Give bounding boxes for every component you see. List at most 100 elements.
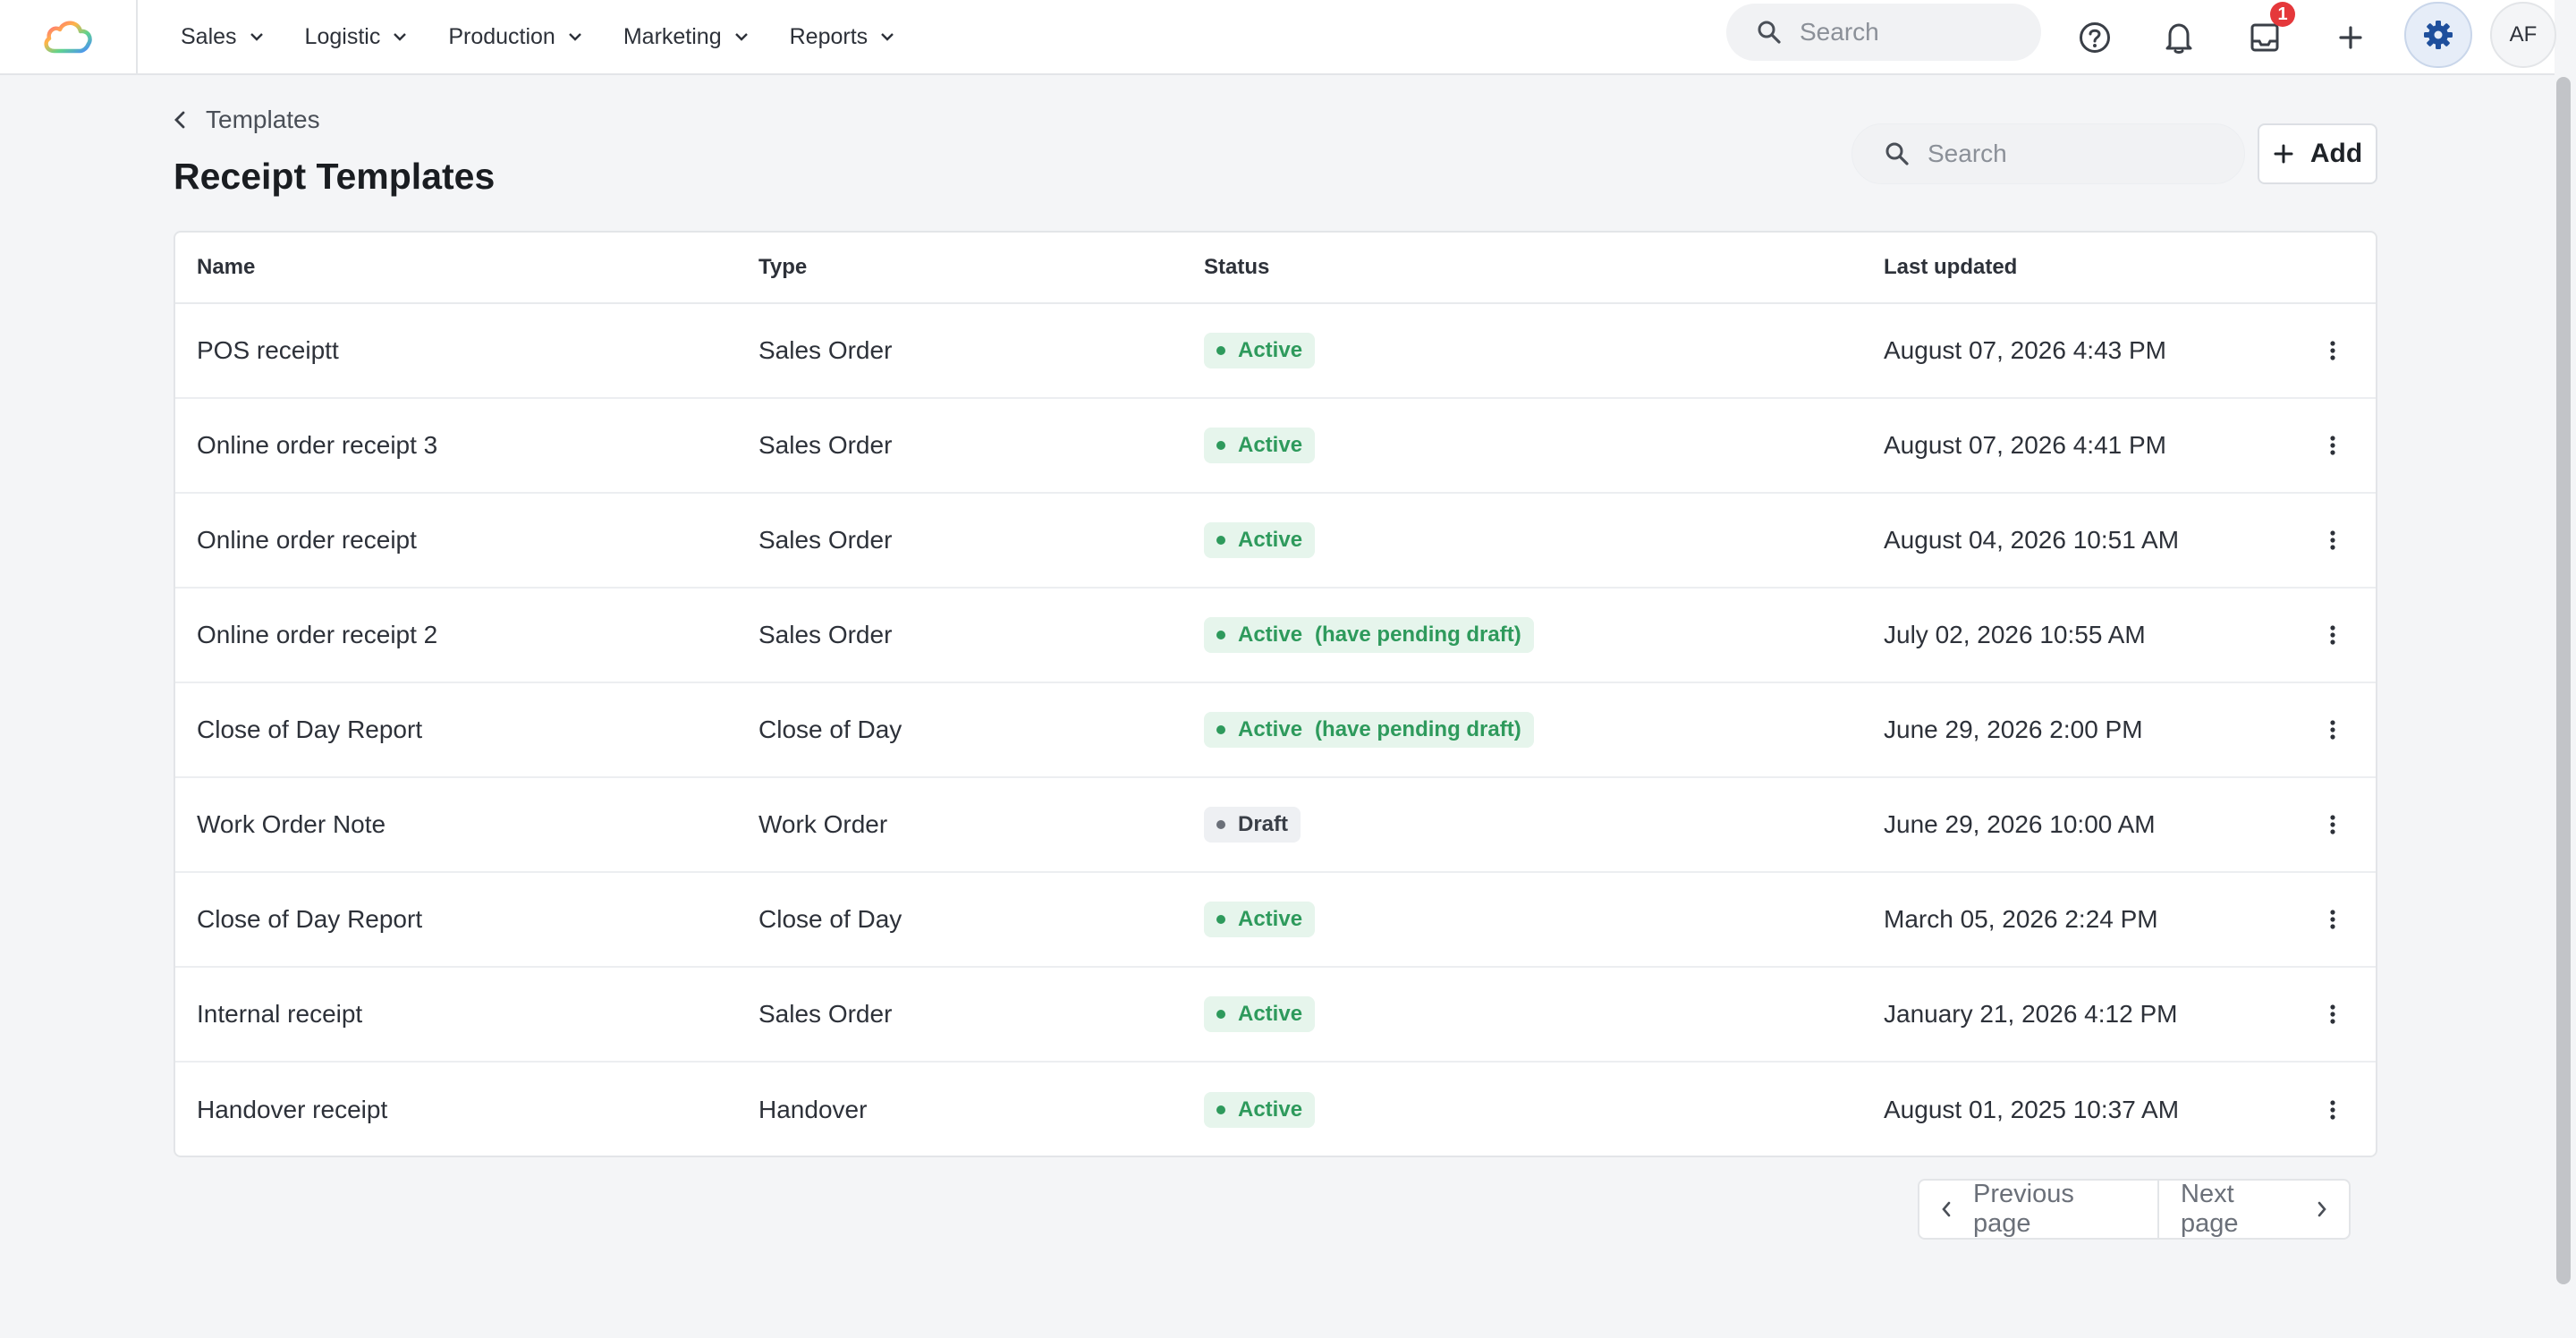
template-type: Close of Day <box>758 905 902 933</box>
chevron-down-icon <box>568 32 582 41</box>
table-row[interactable]: Handover receipt Handover Active August 01,… <box>175 1063 2376 1156</box>
table-row[interactable]: Close of Day Report Close of Day Active (ha… <box>175 683 2376 778</box>
status-cell: Active <box>1204 996 1316 1032</box>
chevron-left-icon <box>1941 1200 1952 1218</box>
more-vertical-icon <box>2330 910 2335 929</box>
last-updated: March 05, 2026 2:24 PM <box>1884 905 2158 933</box>
status-dot-icon <box>1216 346 1225 355</box>
table-row[interactable]: Online order receipt Sales Order Active Aug… <box>175 494 2376 589</box>
avatar[interactable]: AF <box>2490 2 2556 68</box>
row-menu-button[interactable] <box>2318 333 2347 368</box>
column-header-type[interactable]: Type <box>758 255 807 280</box>
pagination: Previous page Next page <box>1918 1179 2351 1240</box>
table-row[interactable]: Close of Day Report Close of Day Active Mar… <box>175 873 2376 968</box>
row-menu-button[interactable] <box>2318 996 2347 1032</box>
status-label: Draft <box>1238 812 1289 836</box>
table-row[interactable]: Internal receipt Sales Order Active January… <box>175 968 2376 1063</box>
status-badge: Active <box>1204 522 1316 558</box>
template-name: Close of Day Report <box>197 716 423 743</box>
status-cell: Draft <box>1204 807 1301 843</box>
plus-icon <box>2273 143 2294 165</box>
status-dot-icon <box>1216 1010 1225 1019</box>
chevron-down-icon <box>880 32 894 41</box>
status-dot-icon <box>1216 441 1225 450</box>
nav-item-label: Logistic <box>304 23 381 49</box>
settings-button[interactable] <box>2404 2 2472 68</box>
next-page-button[interactable]: Next page <box>2159 1179 2351 1240</box>
chevron-right-icon <box>2317 1200 2327 1218</box>
table-row[interactable]: POS receiptt Sales Order Active August 07, … <box>175 304 2376 399</box>
status-cell: Active <box>1204 333 1316 368</box>
nav-item-logistic[interactable]: Logistic <box>305 24 408 50</box>
template-name: Online order receipt 2 <box>197 621 438 648</box>
plus-icon <box>2339 26 2362 49</box>
logo[interactable] <box>0 0 138 73</box>
status-label: Active <box>1238 433 1303 457</box>
column-header-name[interactable]: Name <box>197 255 255 280</box>
status-cell: Active <box>1204 1092 1316 1128</box>
chevron-down-icon <box>734 32 749 41</box>
search-icon <box>1885 142 1909 165</box>
row-menu-button[interactable] <box>2318 807 2347 843</box>
status-cell: Active (have pending draft) <box>1204 617 1534 653</box>
template-type: Sales Order <box>758 1000 893 1028</box>
template-search <box>1852 123 2245 184</box>
status-dot-icon <box>1216 1105 1225 1114</box>
pending-draft-note: (have pending draft) <box>1315 622 1521 647</box>
chevron-down-icon <box>393 32 407 41</box>
breadcrumb-label: Templates <box>206 106 320 133</box>
status-badge: Active <box>1204 428 1316 463</box>
nav-item-sales[interactable]: Sales <box>181 24 264 50</box>
status-dot-icon <box>1216 725 1225 734</box>
template-name: Internal receipt <box>197 1000 363 1028</box>
add-template-button[interactable]: Add <box>2258 123 2377 184</box>
table-row[interactable]: Online order receipt 3 Sales Order Active A… <box>175 399 2376 494</box>
nav-item-label: Reports <box>789 23 869 49</box>
row-menu-button[interactable] <box>2318 712 2347 748</box>
row-menu-button[interactable] <box>2318 428 2347 463</box>
help-button[interactable] <box>2072 14 2118 61</box>
template-type: Work Order <box>758 810 888 838</box>
table-body: POS receiptt Sales Order Active August 07, … <box>175 304 2376 1156</box>
status-dot-icon <box>1216 820 1225 829</box>
table-row[interactable]: Work Order Note Work Order Draft June 29, 2… <box>175 778 2376 873</box>
more-vertical-icon <box>2330 341 2335 360</box>
pending-draft-note: (have pending draft) <box>1315 717 1521 741</box>
nav-item-production[interactable]: Production <box>448 24 582 50</box>
row-menu-button[interactable] <box>2318 902 2347 937</box>
last-updated: June 29, 2026 2:00 PM <box>1884 716 2143 743</box>
row-menu-button[interactable] <box>2318 522 2347 558</box>
column-header-last-updated[interactable]: Last updated <box>1884 255 2017 280</box>
inbox-button[interactable]: 1 <box>2241 2 2295 61</box>
previous-page-button[interactable]: Previous page <box>1918 1179 2159 1240</box>
template-name: Work Order Note <box>197 810 386 838</box>
bell-icon <box>2165 23 2192 54</box>
global-search <box>1726 4 2041 61</box>
template-name: Close of Day Report <box>197 905 423 933</box>
row-menu-button[interactable] <box>2318 1092 2347 1128</box>
row-menu-button[interactable] <box>2318 617 2347 653</box>
status-badge: Active (have pending draft) <box>1204 712 1534 748</box>
status-dot-icon <box>1216 631 1225 639</box>
status-badge: Active <box>1204 902 1316 937</box>
breadcrumb[interactable]: Templates <box>174 106 320 134</box>
table-row[interactable]: Online order receipt 2 Sales Order Active (… <box>175 589 2376 683</box>
more-vertical-icon <box>2330 625 2335 645</box>
more-vertical-icon <box>2330 1100 2335 1120</box>
nav-item-reports[interactable]: Reports <box>790 24 895 50</box>
nav-item-label: Sales <box>181 23 237 49</box>
create-button[interactable] <box>2327 14 2374 61</box>
chevron-down-icon <box>250 32 264 41</box>
status-badge: Draft <box>1204 807 1301 843</box>
template-search-input[interactable] <box>1928 140 2124 168</box>
status-label: Active <box>1238 528 1303 552</box>
scrollbar-thumb[interactable] <box>2556 77 2571 1284</box>
last-updated: August 04, 2026 10:51 AM <box>1884 526 2180 554</box>
last-updated: July 02, 2026 10:55 AM <box>1884 621 2146 648</box>
global-search-input[interactable] <box>1800 18 1996 47</box>
template-name: Online order receipt <box>197 526 417 554</box>
nav-item-marketing[interactable]: Marketing <box>623 24 749 50</box>
nav-item-label: Production <box>448 23 555 49</box>
column-header-status[interactable]: Status <box>1204 255 1269 280</box>
notifications-button[interactable] <box>2156 14 2202 61</box>
